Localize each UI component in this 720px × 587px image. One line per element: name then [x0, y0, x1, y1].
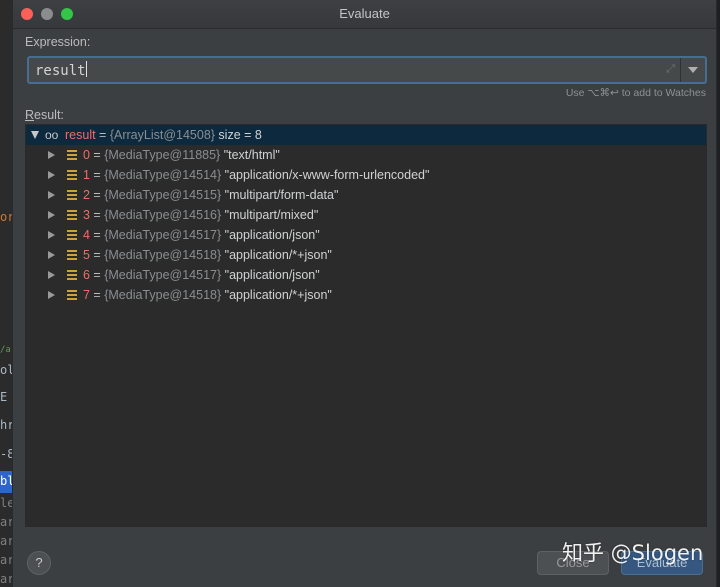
evaluate-dialog: Evaluate Expression: result ⤢ Use ⌥⌘↩ to…	[12, 0, 717, 587]
chevron-down-icon[interactable]	[688, 67, 698, 73]
bg-text: E	[0, 390, 8, 404]
item-eq: =	[89, 188, 105, 202]
tree-row[interactable]: 3 = {MediaType@14516} "multipart/mixed"	[26, 205, 706, 225]
expression-field[interactable]: result ⤢	[27, 56, 707, 84]
row-label: 4 = {MediaType@14517} "application/json"	[83, 225, 320, 245]
item-eq: =	[89, 268, 105, 282]
expand-arrow-icon[interactable]	[48, 271, 55, 279]
watermark: 知乎 @Slogen	[562, 541, 704, 565]
tree-row[interactable]: 5 = {MediaType@14518} "application/*+jso…	[26, 245, 706, 265]
item-eq: =	[89, 288, 105, 302]
item-eq: =	[89, 228, 105, 242]
bg-text: /a	[0, 345, 11, 355]
glasses-icon: oo	[45, 128, 59, 142]
expand-arrow-icon[interactable]	[48, 251, 55, 259]
expand-arrow-icon[interactable]	[48, 191, 55, 199]
dropdown-separator	[680, 58, 681, 82]
tree-row[interactable]: 2 = {MediaType@14515} "multipart/form-da…	[26, 185, 706, 205]
result-label: Result:	[25, 108, 64, 122]
item-eq: =	[89, 248, 105, 262]
expand-arrow-icon[interactable]	[48, 291, 55, 299]
item-ref: {MediaType@14514}	[104, 168, 222, 182]
tree-row-root[interactable]: oo result = {ArrayList@14508} size = 8	[26, 125, 706, 145]
item-value: "application/*+json"	[221, 288, 332, 302]
expand-arrow-icon[interactable]	[48, 151, 55, 159]
item-value: "application/*+json"	[221, 248, 332, 262]
field-icon	[67, 150, 77, 160]
item-value: "application/x-www-form-urlencoded"	[221, 168, 430, 182]
expand-icon[interactable]: ⤢	[666, 62, 675, 76]
field-icon	[67, 170, 77, 180]
tree-row[interactable]: 6 = {MediaType@14517} "application/json"	[26, 265, 706, 285]
collapse-arrow-icon[interactable]	[31, 131, 39, 139]
result-tree[interactable]: oo result = {ArrayList@14508} size = 8 0…	[25, 124, 707, 527]
tree-row[interactable]: 7 = {MediaType@14518} "application/*+jso…	[26, 285, 706, 305]
item-eq: =	[89, 208, 105, 222]
item-ref: {MediaType@14517}	[104, 268, 222, 282]
row-label: 0 = {MediaType@11885} "text/html"	[83, 145, 280, 165]
expression-label: Expression:	[25, 35, 91, 49]
item-name: 2	[83, 188, 90, 202]
item-ref: {MediaType@14515}	[104, 188, 222, 202]
row-label: 7 = {MediaType@14518} "application/*+jso…	[83, 285, 332, 305]
item-value: "multipart/form-data"	[221, 188, 339, 202]
field-icon	[67, 190, 77, 200]
row-label: 6 = {MediaType@14517} "application/json"	[83, 265, 320, 285]
watches-hint: Use ⌥⌘↩ to add to Watches	[565, 87, 706, 99]
row-label: 5 = {MediaType@14518} "application/*+jso…	[83, 245, 332, 265]
item-eq: =	[89, 148, 105, 162]
help-icon[interactable]: ?	[27, 551, 51, 575]
text-caret	[85, 61, 87, 77]
item-name: 7	[83, 288, 90, 302]
item-name: 4	[83, 228, 90, 242]
root-name: result	[65, 128, 96, 142]
row-label: 1 = {MediaType@14514} "application/x-www…	[83, 165, 429, 185]
item-value: "multipart/mixed"	[221, 208, 319, 222]
field-icon	[67, 270, 77, 280]
row-label: 2 = {MediaType@14515} "multipart/form-da…	[83, 185, 338, 205]
field-icon	[67, 290, 77, 300]
result-label-mnemonic: R	[25, 108, 35, 122]
item-ref: {MediaType@14517}	[104, 228, 222, 242]
item-value: "application/json"	[221, 268, 320, 282]
field-icon	[67, 230, 77, 240]
row-label: 3 = {MediaType@14516} "multipart/mixed"	[83, 205, 318, 225]
expand-arrow-icon[interactable]	[48, 171, 55, 179]
tree-row[interactable]: 1 = {MediaType@14514} "application/x-www…	[26, 165, 706, 185]
title-bar: Evaluate	[13, 0, 716, 29]
tree-row[interactable]: 0 = {MediaType@11885} "text/html"	[26, 145, 706, 165]
root-size: size = 8	[214, 128, 262, 142]
item-name: 1	[83, 168, 90, 182]
expand-arrow-icon[interactable]	[48, 211, 55, 219]
expand-arrow-icon[interactable]	[48, 231, 55, 239]
field-icon	[67, 210, 77, 220]
result-label-text: esult:	[34, 108, 64, 122]
item-ref: {MediaType@14518}	[104, 288, 222, 302]
item-ref: {MediaType@14518}	[104, 248, 222, 262]
root-eq: =	[95, 128, 110, 142]
item-value: "text/html"	[220, 148, 280, 162]
item-value: "application/json"	[221, 228, 320, 242]
root-ref: {ArrayList@14508}	[109, 128, 215, 142]
expression-input[interactable]: result	[35, 61, 87, 79]
window-title: Evaluate	[339, 6, 390, 21]
expression-value: result	[35, 63, 86, 79]
item-name: 5	[83, 248, 90, 262]
root-label: result = {ArrayList@14508} size = 8	[65, 125, 262, 145]
field-icon	[67, 250, 77, 260]
tree-row[interactable]: 4 = {MediaType@14517} "application/json"	[26, 225, 706, 245]
item-name: 6	[83, 268, 90, 282]
item-eq: =	[89, 168, 105, 182]
item-name: 3	[83, 208, 90, 222]
item-name: 0	[83, 148, 90, 162]
item-ref: {MediaType@11885}	[104, 148, 221, 162]
item-ref: {MediaType@14516}	[104, 208, 222, 222]
